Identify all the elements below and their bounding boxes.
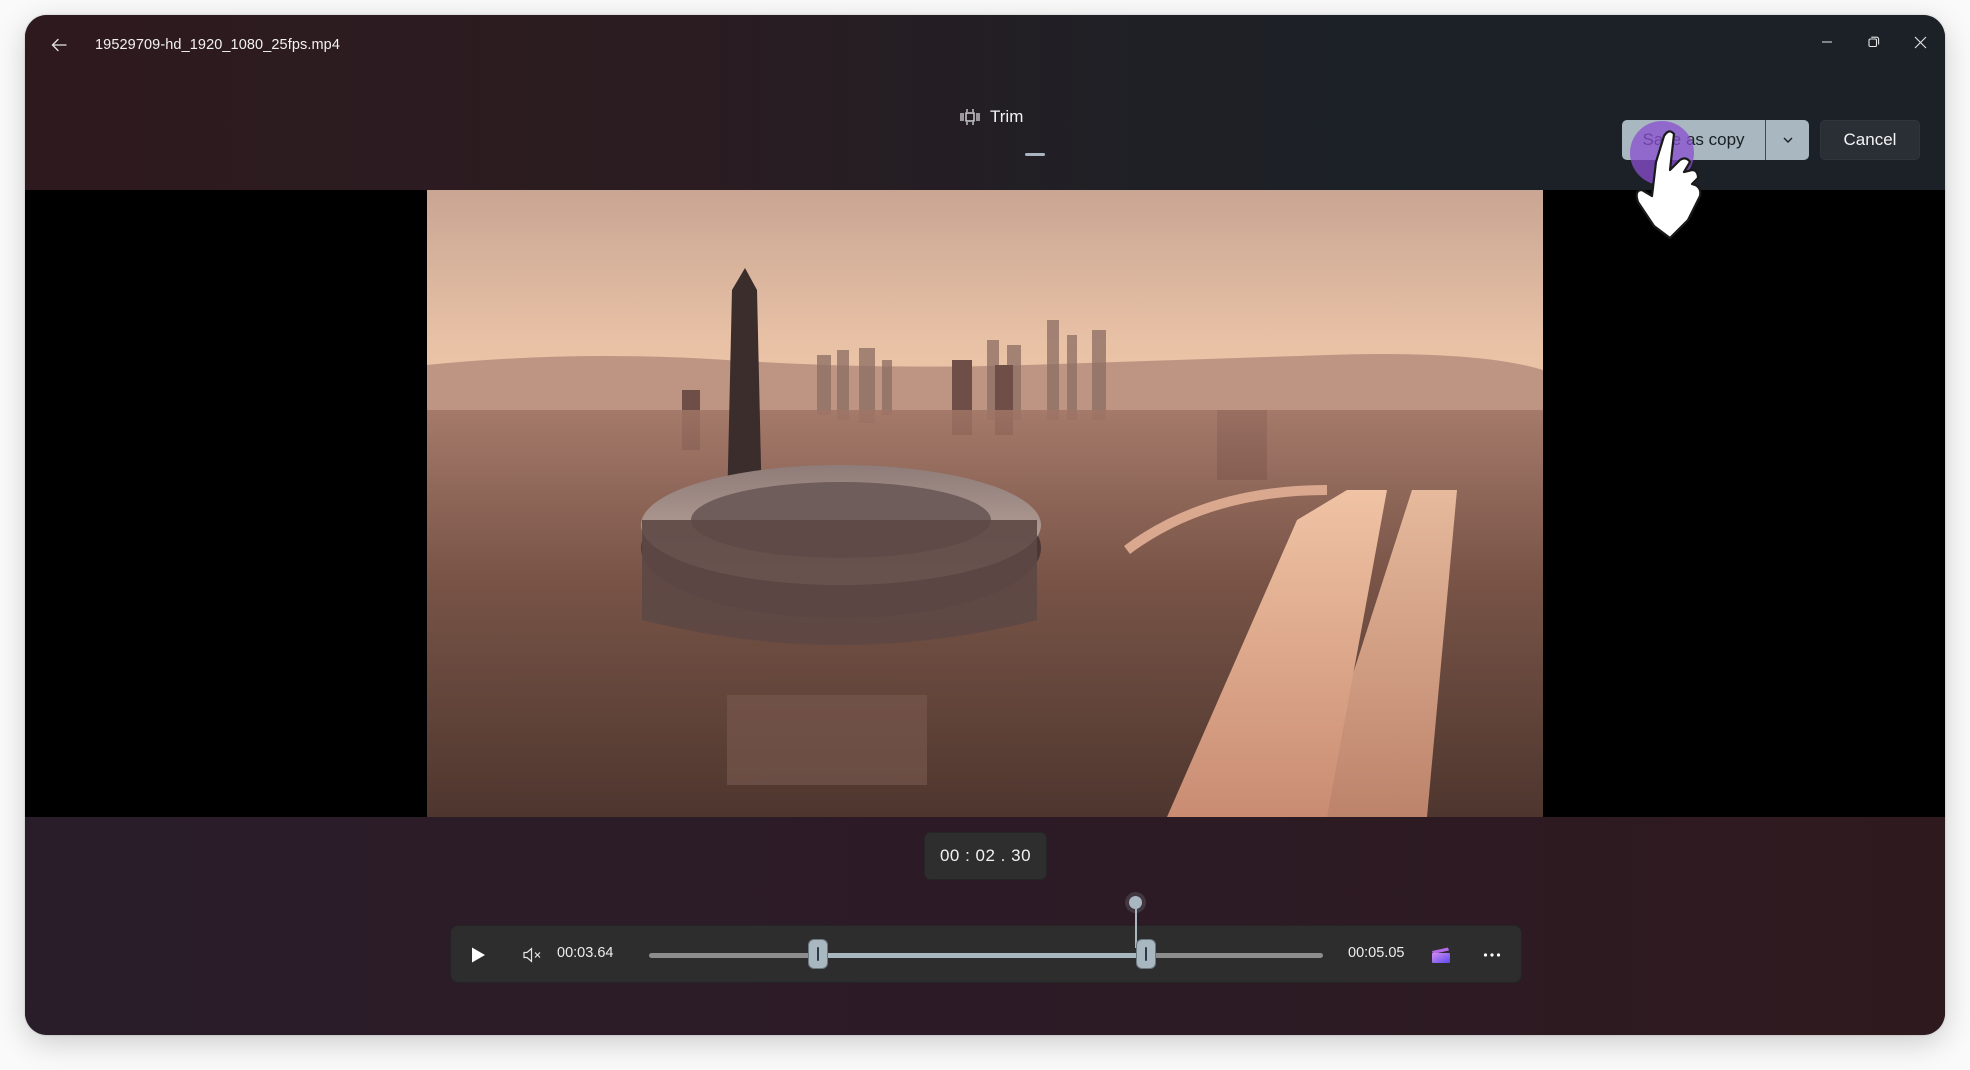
- save-as-copy-button[interactable]: Save as copy: [1622, 120, 1766, 160]
- grip: [1144, 947, 1147, 961]
- clipchamp-button[interactable]: [1426, 938, 1456, 972]
- trim-start-handle[interactable]: [808, 940, 827, 968]
- close-icon: [1914, 36, 1926, 48]
- timeline-panel: 00 : 02 . 30 00:03.64 00:05.05: [25, 817, 1945, 1035]
- timeline-selection: [817, 953, 1146, 958]
- restore-icon: [1868, 36, 1880, 48]
- play-button[interactable]: [461, 938, 495, 972]
- more-horizontal-icon: [1483, 953, 1501, 957]
- save-options-dropdown[interactable]: [1766, 120, 1809, 160]
- play-icon: [472, 947, 485, 963]
- playhead-handle[interactable]: [1129, 896, 1143, 909]
- cancel-button[interactable]: Cancel: [1820, 120, 1920, 160]
- tab-trim-label: Trim: [990, 107, 1024, 126]
- trim-end-time: 00:05.05: [1348, 945, 1405, 961]
- tab-trim[interactable]: Trim: [960, 107, 1023, 149]
- clapperboard-icon: [1432, 947, 1450, 963]
- arrow-left-icon: [51, 38, 67, 52]
- restore-button[interactable]: [1852, 25, 1896, 59]
- chevron-down-icon: [1783, 137, 1792, 143]
- video-image: [427, 190, 1543, 817]
- video-stage: [25, 190, 1945, 817]
- video-frame[interactable]: [427, 190, 1543, 817]
- more-options-button[interactable]: [1475, 938, 1509, 972]
- save-split-button: Save as copy: [1622, 120, 1809, 160]
- app-window: 19529709-hd_1920_1080_25fps.mp4 Trim Sav…: [25, 15, 1945, 1035]
- window-title: 19529709-hd_1920_1080_25fps.mp4: [95, 37, 340, 53]
- trim-icon: [960, 109, 980, 125]
- playhead-line: [1134, 904, 1137, 948]
- current-time-display: 00 : 02 . 30: [924, 832, 1047, 880]
- grip: [816, 947, 819, 961]
- tab-active-indicator: [1025, 153, 1045, 156]
- playback-controls: 00:03.64 00:05.05: [450, 896, 1522, 983]
- trim-start-time: 00:03.64: [557, 945, 614, 961]
- close-button[interactable]: [1898, 25, 1942, 59]
- minimize-button[interactable]: [1805, 25, 1849, 59]
- minimize-icon: [1822, 41, 1832, 43]
- header: 19529709-hd_1920_1080_25fps.mp4 Trim Sav…: [25, 15, 1945, 190]
- volume-mute-icon: [523, 947, 541, 963]
- title-bar: 19529709-hd_1920_1080_25fps.mp4: [25, 15, 1945, 75]
- trim-end-handle[interactable]: [1136, 940, 1155, 968]
- mute-button[interactable]: [516, 938, 550, 972]
- back-button[interactable]: [41, 30, 77, 60]
